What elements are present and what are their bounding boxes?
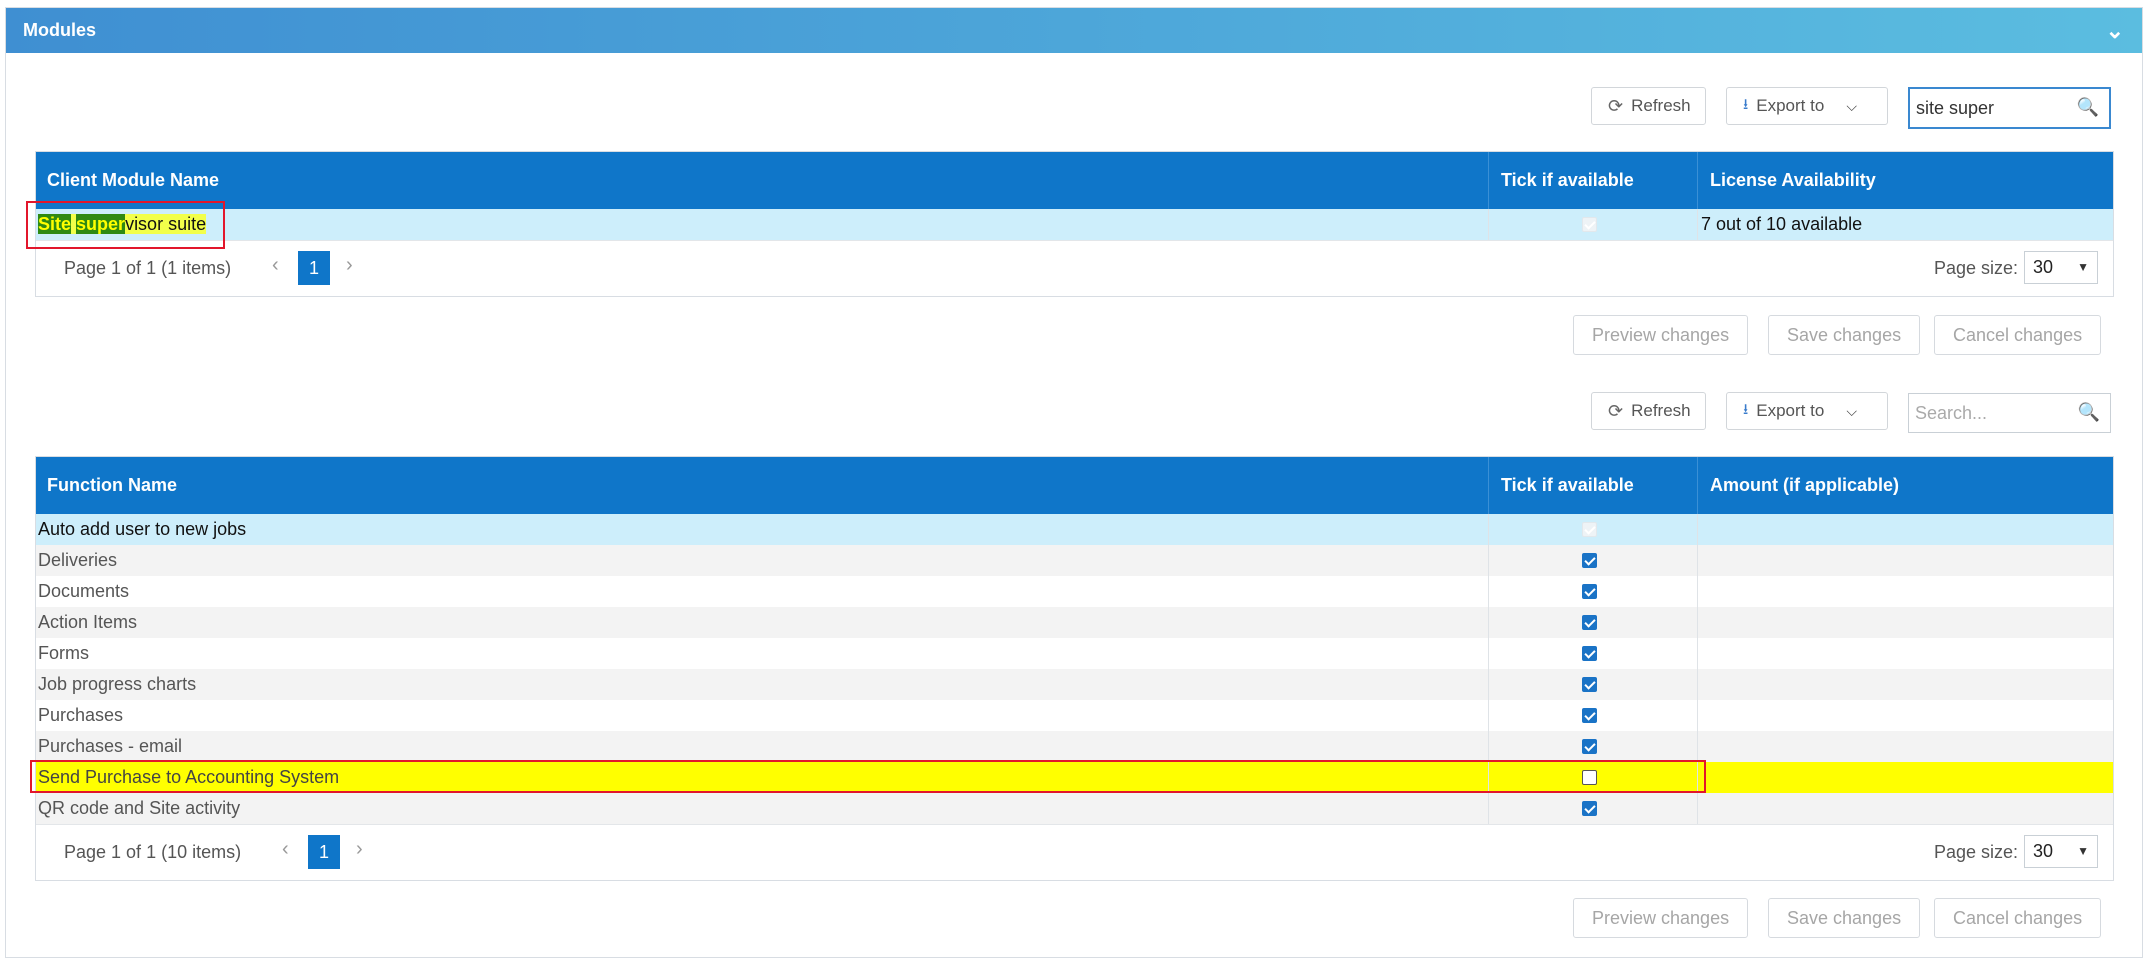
page-size-value: 30: [2033, 257, 2054, 277]
pager-info: Page 1 of 1 (1 items): [64, 258, 232, 278]
cancel-changes-button[interactable]: Cancel changes: [1934, 315, 2102, 355]
caret-down-icon: ▼: [2077, 260, 2089, 274]
export-button[interactable]: ⭳ Export to ⌵: [1726, 87, 1888, 125]
panel-header[interactable]: Modules ⌄: [6, 8, 2142, 53]
functions-pager: Page 1 of 1 (10 items) ‹ 1 › Page size: …: [36, 824, 2113, 880]
save-changes-button[interactable]: Save changes: [1768, 898, 1921, 938]
function-search-input[interactable]: [1909, 401, 2077, 425]
search-icon[interactable]: 🔍: [2078, 402, 2100, 423]
table-row[interactable]: Documents: [36, 576, 2113, 607]
function-name-cell: Documents: [38, 581, 130, 601]
table-row[interactable]: Site supervisor suite 7 out of 10 availa…: [36, 209, 2113, 240]
function-name-cell: Forms: [38, 643, 89, 663]
module-search-box[interactable]: 🔍: [1908, 87, 2111, 129]
available-checkbox[interactable]: [1582, 770, 1597, 785]
table-row[interactable]: Action Items: [36, 607, 2113, 638]
function-search-box[interactable]: 🔍: [1908, 393, 2111, 433]
next-page-icon[interactable]: ›: [346, 254, 353, 277]
table-row[interactable]: QR code and Site activity: [36, 793, 2113, 824]
available-checkbox[interactable]: [1582, 739, 1597, 754]
download-icon: ⭳: [1743, 95, 1749, 113]
page-size-label: Page size:: [1933, 842, 2018, 862]
function-name-cell: Send Purchase to Accounting System: [38, 767, 340, 787]
pager-info: Page 1 of 1 (10 items): [64, 842, 242, 862]
save-changes-button[interactable]: Save changes: [1768, 315, 1921, 355]
module-name-rest: visor suite: [125, 214, 207, 234]
functions-grid-header: Function Name Tick if available Amount (…: [36, 457, 2113, 514]
chevron-down-icon[interactable]: ⌄: [2106, 8, 2124, 53]
refresh-icon: ⟳: [1608, 95, 1624, 116]
chevron-down-icon: ⌵: [1846, 402, 1857, 419]
col-tick-if-available[interactable]: Tick if available: [1501, 457, 1634, 514]
available-checkbox[interactable]: [1582, 553, 1597, 568]
page-number-button[interactable]: 1: [308, 835, 340, 869]
function-name-cell: Deliveries: [38, 550, 118, 570]
function-name-cell: Action Items: [38, 612, 138, 632]
available-checkbox[interactable]: [1582, 615, 1597, 630]
col-function-name[interactable]: Function Name: [47, 457, 177, 514]
col-amount[interactable]: Amount (if applicable): [1710, 457, 1899, 514]
chevron-down-icon: ⌵: [1846, 97, 1857, 114]
refresh-label: Refresh: [1631, 96, 1691, 115]
modules-grid: Client Module Name Tick if available Lic…: [35, 151, 2114, 297]
available-checkbox[interactable]: [1582, 708, 1597, 723]
page-size-select[interactable]: 30 ▼: [2024, 835, 2098, 868]
cancel-changes-button[interactable]: Cancel changes: [1934, 898, 2102, 938]
modules-pager: Page 1 of 1 (1 items) ‹ 1 › Page size: 3…: [36, 240, 2113, 296]
available-checkbox[interactable]: [1582, 677, 1597, 692]
export-label: Export to: [1756, 401, 1825, 420]
search-match: Site: [38, 214, 72, 234]
table-row[interactable]: Auto add user to new jobs: [36, 514, 2113, 545]
table-row[interactable]: Purchases: [36, 700, 2113, 731]
panel-title: Modules: [23, 20, 97, 40]
function-name-cell: QR code and Site activity: [38, 798, 241, 818]
prev-page-icon[interactable]: ‹: [282, 838, 289, 861]
preview-changes-button[interactable]: Preview changes: [1573, 315, 1749, 355]
refresh-icon: ⟳: [1608, 400, 1624, 421]
refresh-button[interactable]: ⟳ Refresh: [1591, 392, 1706, 430]
table-row[interactable]: Job progress charts: [36, 669, 2113, 700]
function-name-cell: Auto add user to new jobs: [38, 519, 247, 539]
modules-grid-header: Client Module Name Tick if available Lic…: [36, 152, 2113, 209]
col-client-module-name[interactable]: Client Module Name: [47, 152, 219, 209]
function-name-cell: Job progress charts: [38, 674, 197, 694]
available-checkbox[interactable]: [1582, 801, 1597, 816]
available-checkbox[interactable]: [1582, 584, 1597, 599]
page-number-button[interactable]: 1: [298, 251, 330, 285]
table-row[interactable]: Purchases - email: [36, 731, 2113, 762]
available-checkbox[interactable]: [1582, 217, 1597, 232]
table-row[interactable]: Forms: [36, 638, 2113, 669]
export-button[interactable]: ⭳ Export to ⌵: [1726, 392, 1888, 430]
function-name-cell: Purchases: [38, 705, 124, 725]
search-icon[interactable]: 🔍: [2077, 97, 2099, 118]
download-icon: ⭳: [1743, 400, 1749, 418]
refresh-button[interactable]: ⟳ Refresh: [1591, 87, 1706, 125]
module-name-cell: Site supervisor suite: [38, 209, 207, 240]
available-checkbox[interactable]: [1582, 646, 1597, 661]
page-size-select[interactable]: 30 ▼: [2024, 251, 2098, 284]
refresh-label: Refresh: [1631, 401, 1691, 420]
export-label: Export to: [1756, 96, 1825, 115]
functions-grid: Function Name Tick if available Amount (…: [35, 456, 2114, 881]
license-availability-cell: 7 out of 10 available: [1701, 214, 1863, 234]
table-row[interactable]: Send Purchase to Accounting System: [36, 762, 2113, 793]
page-size-value: 30: [2033, 841, 2054, 861]
prev-page-icon[interactable]: ‹: [272, 254, 279, 277]
col-license-availability[interactable]: License Availability: [1710, 152, 1876, 209]
available-checkbox[interactable]: [1582, 522, 1597, 537]
function-name-cell: Purchases - email: [38, 736, 183, 756]
page-size-label: Page size:: [1933, 258, 2018, 278]
preview-changes-button[interactable]: Preview changes: [1573, 898, 1749, 938]
search-match: super: [76, 214, 126, 234]
col-tick-if-available[interactable]: Tick if available: [1501, 152, 1634, 209]
next-page-icon[interactable]: ›: [356, 838, 363, 861]
caret-down-icon: ▼: [2077, 844, 2089, 858]
table-row[interactable]: Deliveries: [36, 545, 2113, 576]
module-search-input[interactable]: [1910, 96, 2078, 120]
